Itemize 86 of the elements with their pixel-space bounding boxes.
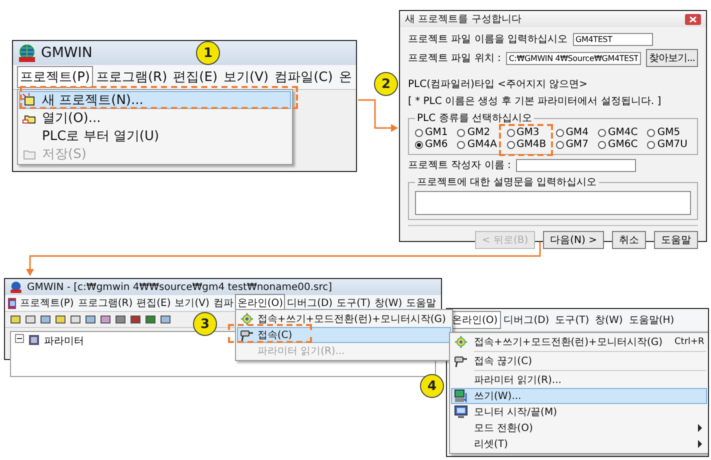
monitor-icon [454,405,468,419]
radio-option[interactable]: GM4 [556,127,592,138]
new-document-icon [22,93,36,107]
globe-icon [10,281,22,293]
text-area[interactable] [415,191,691,215]
menu-entry[interactable]: 접속(C) [237,327,451,343]
dialog-button[interactable]: 취소 [612,231,646,249]
globe-icon [18,44,36,62]
menu-item[interactable]: 보기(V) [220,66,272,88]
toolbar-icon[interactable] [10,314,21,325]
menu-item[interactable]: 프로젝트(P) [18,294,76,312]
menu-entry[interactable]: 열기(O)... [19,109,291,127]
input-field[interactable] [516,158,636,172]
toolbar-icon[interactable] [40,314,51,325]
toolbar-icon[interactable] [55,314,66,325]
radio-option[interactable]: GM4B [506,139,550,150]
chip-icon [28,334,40,346]
menu-item[interactable]: 편집(E) [134,294,173,312]
menu-entry[interactable]: PLC로 부터 열기(U) [19,127,291,145]
radio-option[interactable]: GM6 [415,139,452,150]
menu-entry[interactable]: 리셋(T) [451,436,707,452]
toolbar-icon[interactable] [100,314,111,325]
radio-option[interactable]: GM1 [415,127,452,138]
menu-item[interactable]: 도구(T) [552,311,592,329]
menu-item[interactable]: 도움말(H) [626,311,678,329]
toolbar-icon[interactable] [25,314,36,325]
menu-entry[interactable]: 파라미터 읽기(R)... [451,372,707,388]
plug-icon [240,328,254,342]
dialog-button[interactable]: 다음(N) > [543,231,604,249]
toolbar-icon[interactable] [130,314,141,325]
toolbar-icon[interactable] [85,314,96,325]
menu-item[interactable]: 도움말 [404,294,438,312]
toolbar-icon[interactable] [115,314,126,325]
field-label: 프로젝트 파일 이름을 입력하십시오 [408,33,568,46]
tree-item[interactable]: 파라미터 [44,334,84,348]
radio-option[interactable]: GM4A [457,139,500,150]
menu-item[interactable]: 프로그램(R) [92,66,170,88]
radio-option[interactable]: GM2 [457,127,500,138]
radio-option[interactable]: GM7 [556,139,592,150]
group-label: PLC 종류를 선택하십시오 [416,112,533,125]
close-icon[interactable] [685,14,701,24]
menu-item[interactable]: 도구(T) [334,294,373,312]
menu-entry[interactable]: 새 프로젝트(N)... [19,91,291,109]
browse-button[interactable]: 찾아보기... [646,49,698,67]
radio-option[interactable]: GM5 [647,127,691,138]
menu-item[interactable]: 보기(V) [172,294,212,312]
window-title: GMWIN [41,45,92,61]
radio-option[interactable]: GM3 [506,127,550,138]
gear-icon [240,312,254,326]
radio-option[interactable]: GM6C [598,139,642,150]
toolbar-icon[interactable] [160,314,171,325]
menu-item[interactable]: 편집(E) [170,66,221,88]
menu-item[interactable]: 온 [336,66,355,88]
input-field[interactable]: GM4TEST [572,32,653,46]
menu-item[interactable]: 컴파일(C) [272,66,336,88]
menu-entry[interactable]: 모니터 시작/끝(M) [451,404,707,420]
field-label: 프로젝트 파일 위치 : [408,52,501,65]
toolbar-icon[interactable] [145,314,156,325]
menu-entry[interactable]: 모드 전환(O) [451,420,707,436]
menu-item[interactable]: 디버그(D) [285,294,335,312]
field-label: 프로젝트 작성자 이름 : [408,159,511,172]
menu-item[interactable]: 컴파 [211,294,236,312]
dialog-button[interactable]: 도움말 [654,231,698,249]
menu-item[interactable]: 디버그(D) [500,311,552,329]
toolbar-icon[interactable] [70,314,81,325]
step-badge: 4 [420,374,444,398]
dialog-title: 새 프로젝트를 구성합니다 [405,13,522,26]
gear-icon [454,335,468,349]
plug-icon [454,354,468,368]
computer-icon [454,389,468,403]
menu-entry[interactable]: 쓰기(W)... [451,388,707,404]
step-badge: 2 [374,72,398,96]
window-title: GMWIN - [c:₩gmwin 4₩₩source₩gm4 test₩noname00.src] [27,282,332,292]
menu-item[interactable]: 창(W) [592,311,626,329]
note-text: PLC(컴파일러)타입 <주어지지 않으면> [408,78,589,91]
menu-entry[interactable]: 접속+쓰기+모드전환(런)+모니터시작(G) [237,311,451,327]
menu-item[interactable]: 프로젝트(P) [17,66,93,88]
menu-item[interactable]: 프로그램(R) [76,294,135,312]
note-text: [ * PLC 이름은 생성 후 기본 파라미터에서 설정됩니다. ] [408,95,662,108]
collapse-icon[interactable] [15,334,24,343]
radio-option[interactable]: GM4C [598,127,642,138]
document-icon [7,298,18,308]
menu-item[interactable]: 창(W) [372,294,404,312]
radio-option[interactable]: GM7U [647,139,691,150]
group-label: 프로젝트에 대한 설명문을 입력하십시오 [416,176,598,189]
connector-arrow [358,99,398,132]
